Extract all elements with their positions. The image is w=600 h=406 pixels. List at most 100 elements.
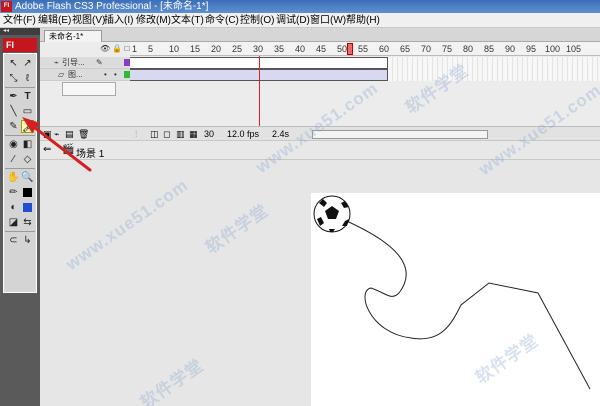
ruler-tick: 35 xyxy=(274,44,285,54)
add-guide-icon[interactable]: ⌁ xyxy=(54,127,59,141)
window-title: Adobe Flash CS3 Professional - [未命名-1*] xyxy=(15,1,209,12)
lock-icon[interactable]: 🔒 xyxy=(112,44,122,53)
menu-control[interactable]: 控制(O) xyxy=(240,13,274,28)
subselection-tool-icon[interactable]: ↗ xyxy=(21,57,34,70)
ruler-tick: 50 xyxy=(337,44,348,54)
lasso-tool-icon[interactable]: ℓ xyxy=(21,72,34,85)
eraser-alt-icon[interactable]: ◇ xyxy=(21,153,34,166)
tools-grid: ↖ ↗ ⤡ ℓ ✒ T ╲ ▭ ✎ 🖌 ◉ ◧ ⁄ ◇ ✋ 🔍 ✏ ◐ ◪ ⇆ … xyxy=(3,53,37,293)
menu-debug[interactable]: 调试(D) xyxy=(276,13,310,28)
menu-help[interactable]: 帮助(H) xyxy=(346,13,380,28)
scene-label[interactable]: 场景 1 xyxy=(76,145,104,160)
onion-markers-icon[interactable]: ▦ xyxy=(189,127,198,141)
edit-multiple-icon[interactable]: ▥ xyxy=(176,127,185,141)
ruler-tick: 15 xyxy=(190,44,201,54)
eraser-tool-icon[interactable]: ◧ xyxy=(21,138,34,151)
menu-text[interactable]: 文本(T) xyxy=(171,13,204,28)
zoom-tool-icon[interactable]: 🔍 xyxy=(21,171,34,184)
ruler-tick: 100 xyxy=(545,44,561,54)
frame-ruler[interactable]: 1 5 10 15 20 25 30 35 40 45 50 55 60 65 … xyxy=(130,42,600,56)
menu-window[interactable]: 窗口(W) xyxy=(310,13,346,28)
guide-layer-icon: ⌁ xyxy=(54,58,59,67)
title-bar: Fl Adobe Flash CS3 Professional - [未命名-1… xyxy=(0,0,600,13)
ruler-tick: 85 xyxy=(484,44,495,54)
ruler-tick: 90 xyxy=(505,44,516,54)
smooth-icon[interactable]: ↳ xyxy=(21,234,34,247)
fill-swatch[interactable] xyxy=(23,203,32,212)
center-frame-icon[interactable]: ⫶ xyxy=(135,127,137,141)
ruler-tick: 55 xyxy=(358,44,369,54)
menu-edit[interactable]: 编辑(E) xyxy=(38,13,71,28)
add-layer-icon[interactable]: ▣ xyxy=(43,127,52,141)
stroke-color-icon[interactable]: ✏ xyxy=(7,186,20,199)
pen-tool-icon[interactable]: ✒ xyxy=(7,90,20,103)
menu-view[interactable]: 视图(V) xyxy=(72,13,105,28)
ink-bottle-tool-icon[interactable]: ◉ xyxy=(7,138,20,151)
tools-divider xyxy=(5,231,35,232)
menu-insert[interactable]: 插入(I) xyxy=(104,13,133,28)
playhead-handle[interactable] xyxy=(347,43,353,55)
line-tool-icon[interactable]: ╲ xyxy=(7,105,20,118)
layer-name: 引导... xyxy=(62,58,85,67)
menu-bar: 文件(F) 编辑(E) 视图(V) 插入(I) 修改(M) 文本(T) 命令(C… xyxy=(0,13,600,28)
layer-row-guide[interactable]: ⌁ 引导... ✎ xyxy=(40,57,131,69)
ruler-tick: 40 xyxy=(295,44,306,54)
layer-icon: ▱ xyxy=(58,70,65,79)
document-tab-bar: 未命名-1* xyxy=(40,28,600,42)
tools-divider xyxy=(5,135,35,136)
ruler-tick: 95 xyxy=(526,44,537,54)
menu-command[interactable]: 命令(C) xyxy=(205,13,239,28)
onion-outline-icon[interactable]: ◻ xyxy=(163,127,170,141)
text-tool-icon[interactable]: T xyxy=(21,90,34,103)
frame-rate[interactable]: 12.0 fps xyxy=(227,127,259,141)
swap-colors-icon[interactable]: ⇆ xyxy=(21,216,34,229)
ruler-tick: 10 xyxy=(169,44,180,54)
collapse-icon[interactable]: ◂◂ xyxy=(0,28,40,35)
flash-logo-icon: Fl xyxy=(1,1,12,12)
ruler-tick: 25 xyxy=(232,44,243,54)
hand-tool-icon[interactable]: ✋ xyxy=(7,171,20,184)
rectangle-tool-icon[interactable]: ▭ xyxy=(21,105,34,118)
ruler-tick: 75 xyxy=(442,44,453,54)
outline-icon[interactable]: □ xyxy=(125,44,130,53)
pencil-tool-icon[interactable]: ✎ xyxy=(7,120,20,133)
tools-panel: ◂◂ Fl ↖ ↗ ⤡ ℓ ✒ T ╲ ▭ ✎ 🖌 ◉ ◧ ⁄ ◇ ✋ 🔍 ✏ … xyxy=(0,28,40,406)
layer-name: 图... xyxy=(68,70,83,79)
ruler-tick: 1 xyxy=(132,44,138,54)
layer-row-graphic[interactable]: ▱ 图... • • xyxy=(40,69,131,81)
pencil-edit-icon: ✎ xyxy=(96,58,103,67)
selection-tool-icon[interactable]: ↖ xyxy=(7,57,20,70)
black-white-icon[interactable]: ◪ xyxy=(7,216,20,229)
ruler-tick: 65 xyxy=(400,44,411,54)
ruler-tick: 60 xyxy=(379,44,390,54)
empty-frames[interactable] xyxy=(388,57,600,81)
eye-icon[interactable]: 👁 xyxy=(100,44,110,53)
fill-color-icon[interactable]: ◐ xyxy=(7,201,20,214)
layer-header-icons: 👁 🔒 □ xyxy=(100,42,130,56)
timeline-scrollbar[interactable] xyxy=(312,130,488,139)
delete-layer-icon[interactable]: 🗑 xyxy=(78,127,89,141)
eyedropper-tool-icon[interactable]: ⁄ xyxy=(7,153,20,166)
stroke-swatch[interactable] xyxy=(23,188,32,197)
document-tab[interactable]: 未命名-1* xyxy=(44,30,102,42)
snap-to-objects-icon[interactable]: ⊂ xyxy=(7,234,20,247)
menu-modify[interactable]: 修改(M) xyxy=(136,13,171,28)
scene-icon: 🎬 xyxy=(62,144,75,155)
lock-dot-icon[interactable]: • xyxy=(114,69,117,81)
onion-skin-icon[interactable]: ◫ xyxy=(150,127,159,141)
menu-file[interactable]: 文件(F) xyxy=(3,13,36,28)
tools-divider xyxy=(5,168,35,169)
free-transform-tool-icon[interactable]: ⤡ xyxy=(7,72,20,85)
tools-divider xyxy=(5,87,35,88)
current-frame: 30 xyxy=(204,129,215,139)
motion-guide-path[interactable] xyxy=(332,214,591,390)
visibility-dot-icon[interactable]: • xyxy=(104,69,107,81)
layer-tooltip-box xyxy=(62,82,116,96)
ruler-tick: 5 xyxy=(148,44,154,54)
football-icon[interactable] xyxy=(313,195,351,233)
tools-panel-logo: Fl xyxy=(3,38,37,52)
ruler-tick: 45 xyxy=(316,44,327,54)
back-arrow-icon[interactable]: ⇐ xyxy=(43,144,51,155)
brush-tool-icon[interactable]: 🖌 xyxy=(21,120,35,133)
add-folder-icon[interactable]: ▤ xyxy=(65,127,74,141)
